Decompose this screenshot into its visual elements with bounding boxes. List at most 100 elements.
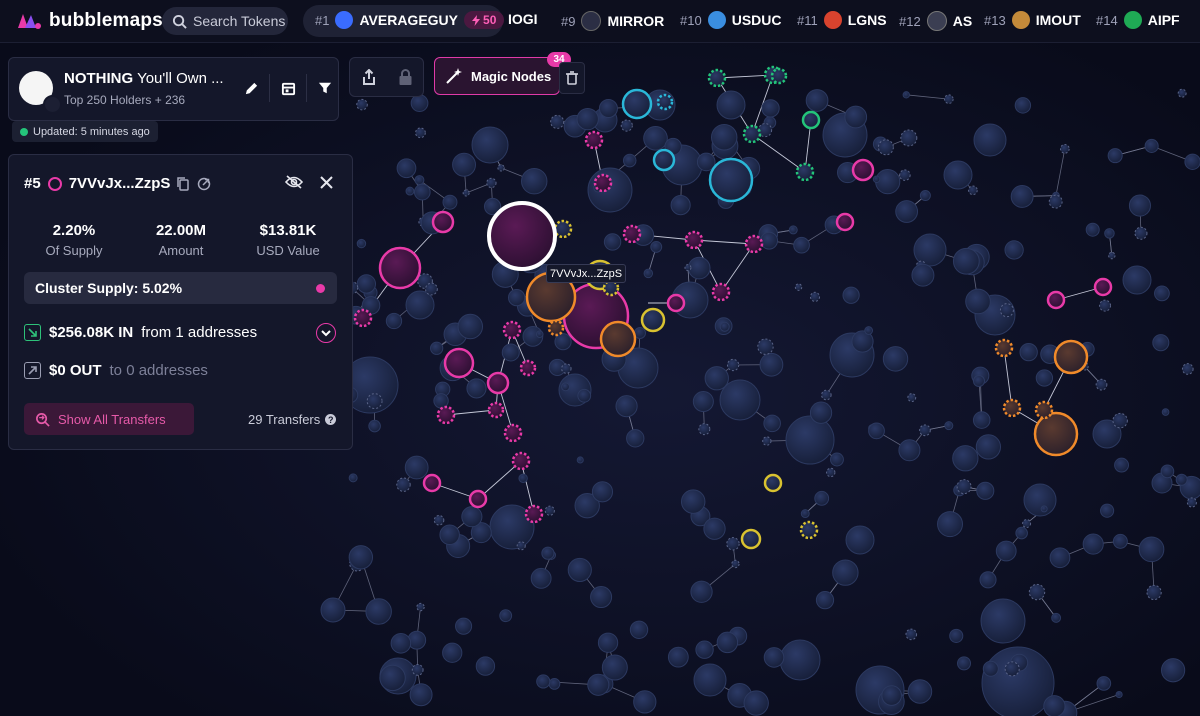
hide-eye-icon[interactable] [285, 175, 303, 189]
holder-bubble[interactable] [1115, 690, 1123, 699]
holder-bubble[interactable] [907, 393, 917, 403]
holder-bubble[interactable] [757, 338, 774, 355]
show-all-transfers-button[interactable]: Show All Transfers [24, 403, 194, 435]
holder-bubble[interactable] [633, 326, 646, 339]
holder-bubble[interactable] [793, 236, 810, 254]
holder-bubble[interactable] [379, 664, 406, 692]
holder-bubble[interactable] [356, 274, 377, 294]
holder-bubble[interactable] [976, 481, 995, 500]
holder-bubble[interactable] [650, 240, 663, 253]
holder-bubble[interactable] [788, 225, 798, 235]
search-tokens-button[interactable]: Search Tokens [162, 7, 288, 35]
holder-bubble[interactable] [877, 139, 894, 156]
holder-bubble[interactable] [320, 597, 346, 623]
cluster-bubble[interactable] [707, 68, 727, 88]
holder-bubble[interactable] [794, 283, 803, 291]
holder-bubble[interactable] [1014, 97, 1032, 114]
holder-bubble[interactable] [1023, 483, 1057, 517]
holder-bubble[interactable] [548, 677, 561, 690]
holder-bubble[interactable] [815, 591, 835, 610]
holder-bubble[interactable] [1028, 583, 1046, 601]
holder-bubble[interactable] [693, 663, 727, 697]
holder-bubble[interactable] [550, 114, 565, 129]
cluster-bubble[interactable] [547, 319, 565, 337]
holder-bubble[interactable] [404, 455, 429, 480]
external-link-icon[interactable] [197, 177, 211, 191]
holder-bubble[interactable] [965, 288, 991, 315]
holder-bubble[interactable] [698, 423, 711, 436]
cluster-bubble[interactable] [1046, 290, 1066, 310]
holder-bubble[interactable] [1138, 536, 1165, 563]
holder-bubble[interactable] [410, 94, 429, 113]
holder-bubble[interactable] [452, 152, 476, 177]
lock-icon[interactable] [398, 68, 413, 86]
holder-bubble[interactable] [731, 559, 740, 569]
holder-bubble[interactable] [944, 94, 954, 104]
holder-bubble[interactable] [1184, 153, 1200, 170]
holder-bubble[interactable] [629, 620, 649, 640]
holder-bubble[interactable] [684, 264, 692, 272]
holder-bubble[interactable] [1022, 519, 1032, 528]
holder-bubble[interactable] [690, 580, 713, 603]
calendar-button[interactable] [270, 74, 307, 102]
holder-bubble[interactable] [956, 479, 972, 495]
holder-bubble[interactable] [590, 586, 613, 609]
holder-bubble[interactable] [1035, 369, 1054, 387]
holder-bubble[interactable] [980, 598, 1026, 644]
holder-bubble[interactable] [425, 282, 438, 296]
holder-bubble[interactable] [1019, 342, 1038, 362]
ticker-item[interactable]: #13 IMOUT [984, 11, 1081, 29]
cluster-bubble[interactable] [436, 405, 456, 425]
holder-bubble[interactable] [842, 286, 860, 304]
holder-bubble[interactable] [763, 414, 781, 433]
holder-bubble[interactable] [348, 545, 374, 570]
holder-bubble[interactable] [416, 602, 425, 612]
holder-bubble[interactable] [561, 363, 572, 374]
holder-bubble[interactable] [471, 126, 509, 164]
cluster-bubble[interactable] [511, 451, 531, 471]
cluster-supply-bar[interactable]: Cluster Supply: 5.02% [24, 272, 337, 304]
holder-bubble[interactable] [439, 524, 460, 546]
holder-bubble[interactable] [501, 343, 520, 362]
selected-holder-bubble[interactable] [487, 201, 557, 271]
holder-bubble[interactable] [972, 411, 991, 429]
holder-bubble[interactable] [710, 124, 738, 151]
holder-bubble[interactable] [999, 303, 1014, 318]
ticker-item[interactable]: #1 AVERAGEGUY 50 [315, 11, 505, 29]
holder-bubble[interactable] [800, 509, 810, 519]
holder-bubble[interactable] [944, 421, 954, 431]
cluster-bubble[interactable] [353, 308, 373, 328]
holder-bubble[interactable] [1049, 547, 1071, 569]
cluster-bubble[interactable] [553, 219, 573, 239]
holder-bubble[interactable] [1104, 228, 1115, 239]
holder-bubble[interactable] [995, 540, 1017, 562]
cluster-bubble[interactable] [519, 359, 537, 377]
cluster-bubble[interactable] [1033, 411, 1079, 457]
cluster-bubble[interactable] [708, 157, 754, 203]
holder-bubble[interactable] [536, 674, 551, 689]
holder-bubble[interactable] [973, 123, 1007, 157]
holder-bubble[interactable] [396, 158, 417, 179]
holder-bubble[interactable] [1112, 533, 1128, 549]
cluster-bubble[interactable] [740, 528, 762, 550]
holder-bubble[interactable] [907, 679, 933, 704]
holder-bubble[interactable] [957, 656, 972, 671]
holder-bubble[interactable] [743, 690, 769, 716]
cluster-bubble[interactable] [1034, 400, 1054, 420]
cluster-bubble[interactable] [487, 401, 505, 419]
holder-bubble[interactable] [845, 525, 875, 555]
edit-button[interactable] [233, 74, 270, 102]
holder-bubble[interactable] [368, 419, 381, 433]
holder-bubble[interactable] [1004, 240, 1024, 260]
holder-bubble[interactable] [541, 546, 555, 560]
holder-bubble[interactable] [1122, 265, 1152, 295]
cluster-bubble[interactable] [1002, 398, 1022, 418]
holder-bubble[interactable] [591, 481, 614, 503]
holder-bubble[interactable] [1154, 285, 1170, 302]
holder-bubble[interactable] [461, 506, 483, 528]
holder-bubble[interactable] [626, 429, 645, 448]
holder-bubble[interactable] [882, 346, 909, 372]
holder-bubble[interactable] [1082, 533, 1104, 555]
holder-bubble[interactable] [516, 541, 526, 551]
holder-bubble[interactable] [829, 452, 844, 467]
